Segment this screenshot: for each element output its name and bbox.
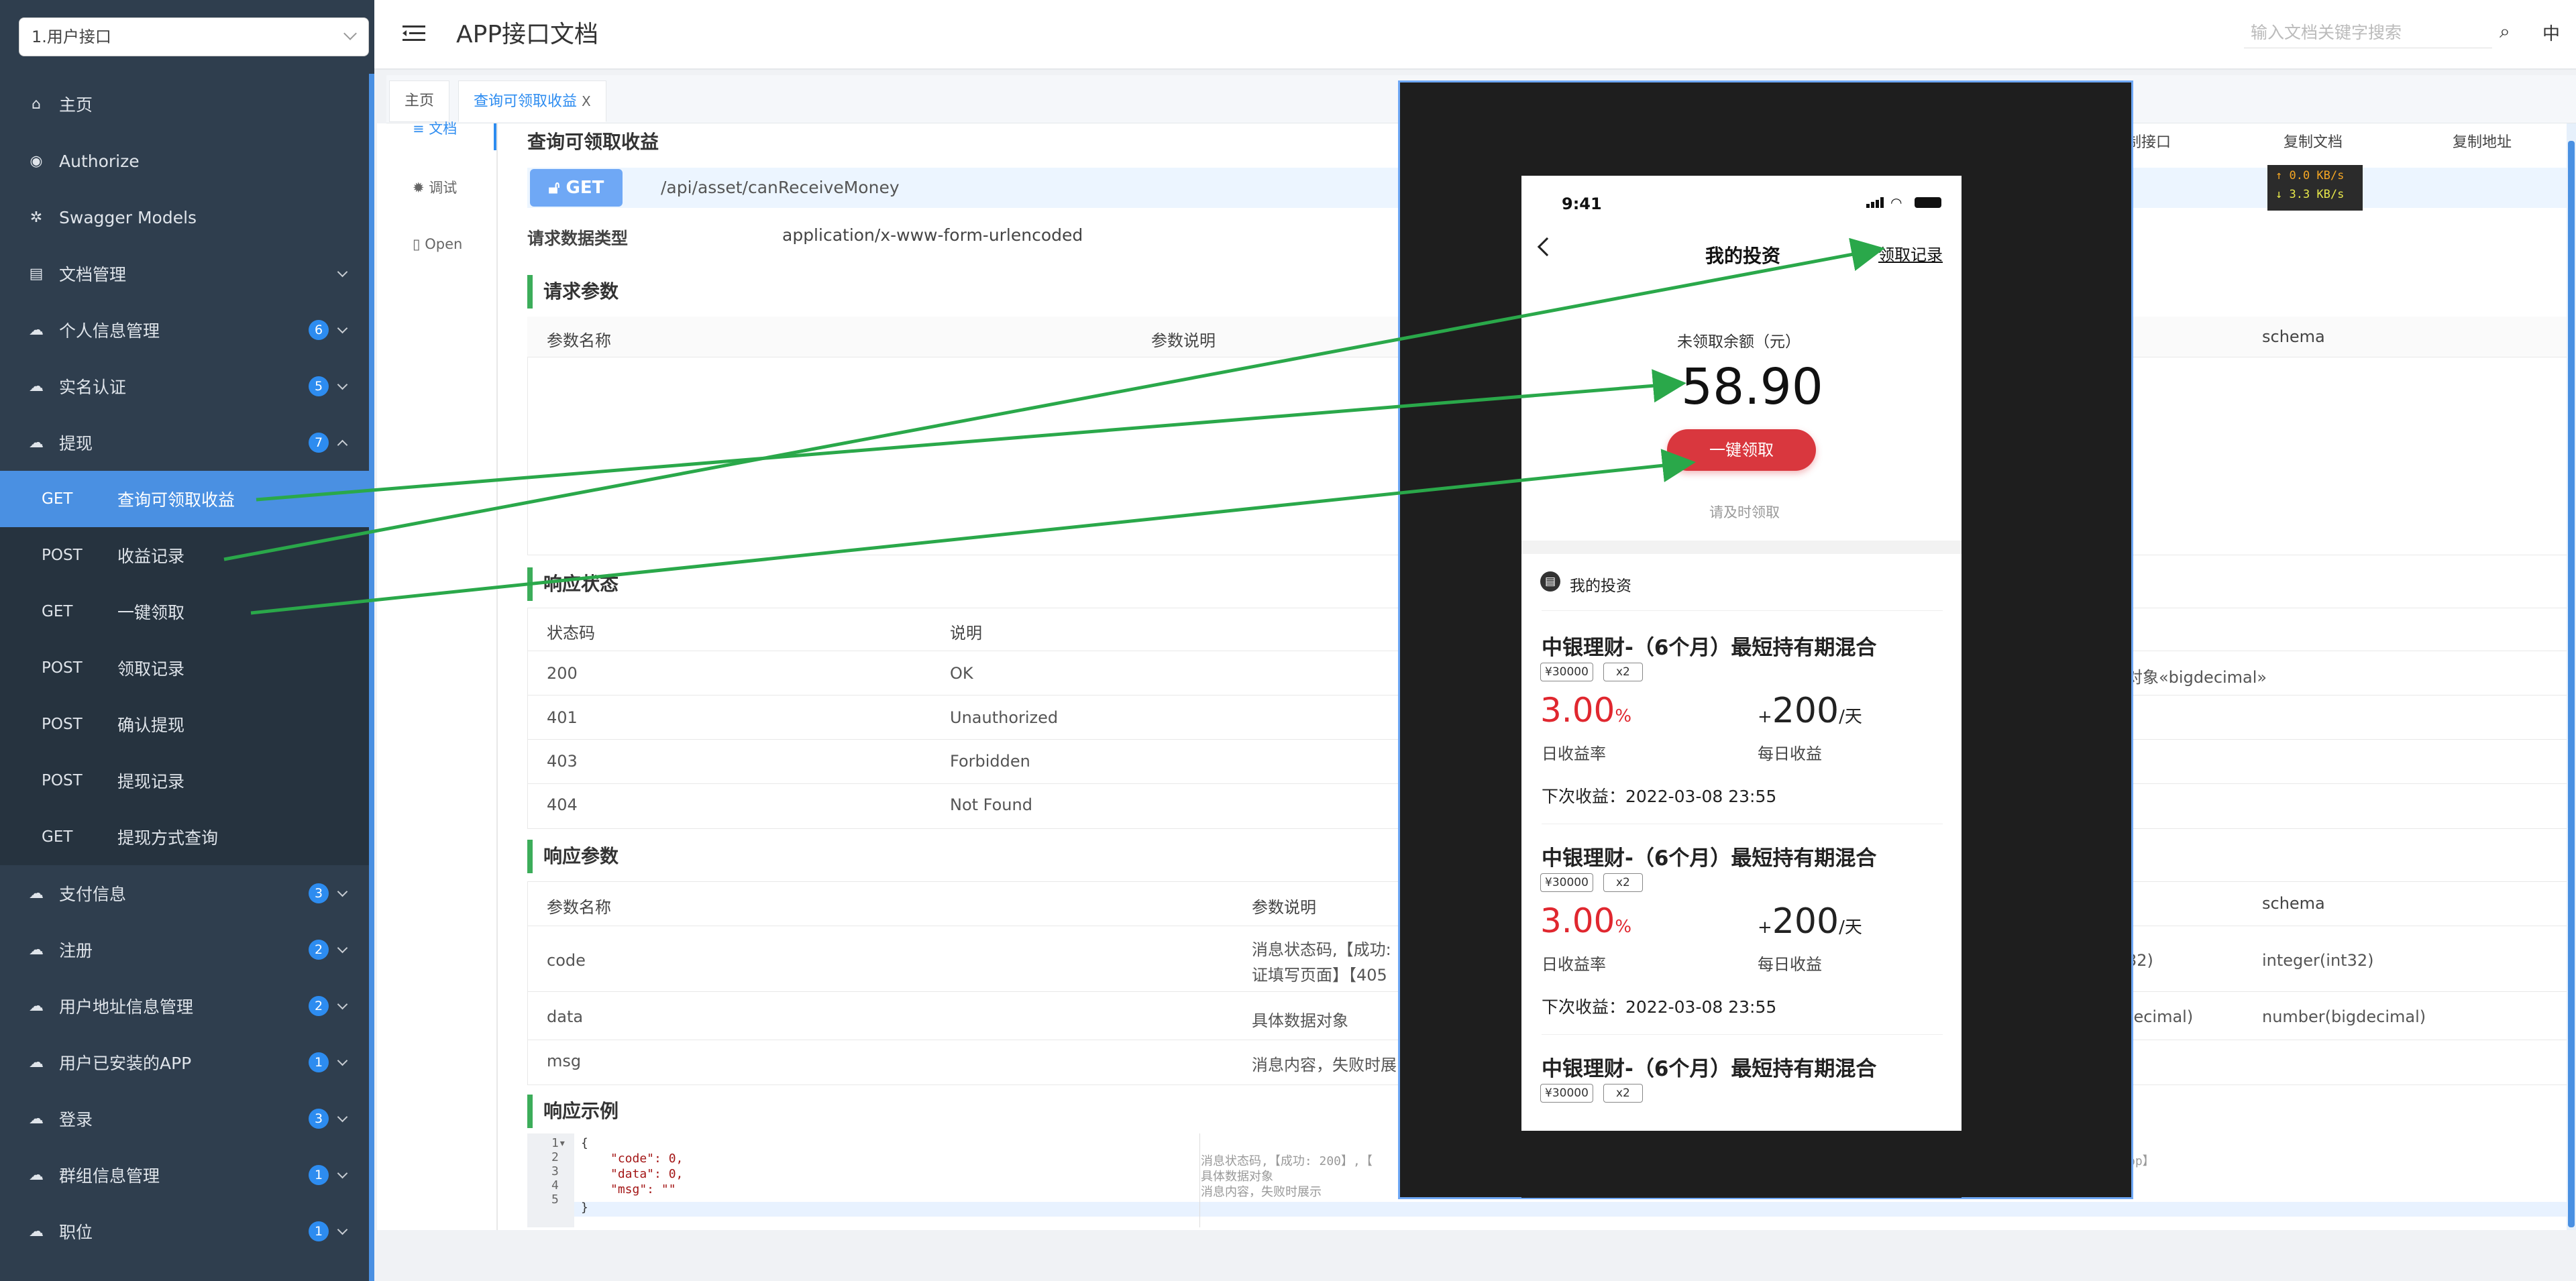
arrow-record-to-link xyxy=(223,237,1885,561)
annotation-arrows xyxy=(223,237,1885,615)
arrow-query-to-balance xyxy=(256,369,1686,502)
arrow-collect-to-button xyxy=(250,449,1696,615)
